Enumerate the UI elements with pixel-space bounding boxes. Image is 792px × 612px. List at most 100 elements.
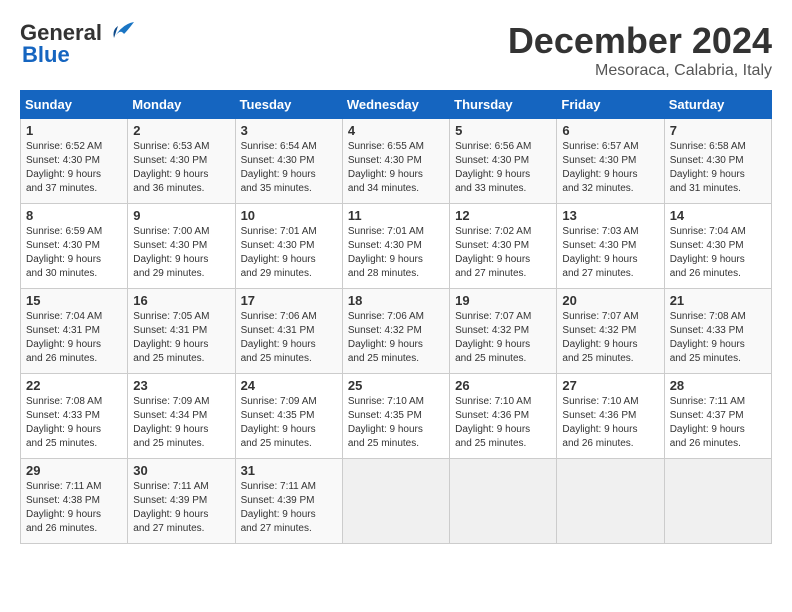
calendar-cell: 27 Sunrise: 7:10 AM Sunset: 4:36 PM Dayli… [557,374,664,459]
day-number: 5 [455,123,551,138]
calendar-cell: 21Sunrise: 7:08 AM Sunset: 4:33 PM Dayli… [664,289,771,374]
calendar-cell [557,459,664,544]
calendar-cell: 14 Sunrise: 7:04 AM Sunset: 4:30 PM Dayli… [664,204,771,289]
day-info: Sunrise: 6:57 AM Sunset: 4:30 PM Dayligh… [562,140,658,196]
month-title: December 2024 [508,20,772,62]
day-info: Sunrise: 7:02 AM Sunset: 4:30 PM Dayligh… [455,225,551,281]
calendar-cell: 18 Sunrise: 7:06 AM Sunset: 4:32 PM Dayli… [342,289,449,374]
col-wednesday: Wednesday [342,91,449,119]
day-info: Sunrise: 7:04 AM Sunset: 4:30 PM Dayligh… [670,225,766,281]
day-number: 20 [562,293,658,308]
day-info: Sunrise: 7:06 AM Sunset: 4:32 PM Dayligh… [348,310,444,366]
calendar-week-row: 1 Sunrise: 6:52 AM Sunset: 4:30 PM Daylig… [21,119,772,204]
calendar-cell [342,459,449,544]
day-info: Sunrise: 7:08 AM Sunset: 4:33 PM Dayligh… [670,310,766,366]
day-info: Sunrise: 6:58 AM Sunset: 4:30 PM Dayligh… [670,140,766,196]
day-info: Sunrise: 7:10 AM Sunset: 4:36 PM Dayligh… [455,395,551,451]
day-number: 7 [670,123,766,138]
day-info: Sunrise: 7:09 AM Sunset: 4:34 PM Dayligh… [133,395,229,451]
day-number: 14 [670,208,766,223]
calendar-cell: 6 Sunrise: 6:57 AM Sunset: 4:30 PM Daylig… [557,119,664,204]
calendar-cell: 29Sunrise: 7:11 AM Sunset: 4:38 PM Dayli… [21,459,128,544]
day-info: Sunrise: 7:11 AM Sunset: 4:39 PM Dayligh… [133,480,229,536]
day-number: 24 [241,378,337,393]
day-info: Sunrise: 7:00 AM Sunset: 4:30 PM Dayligh… [133,225,229,281]
calendar-cell [664,459,771,544]
day-info: Sunrise: 7:10 AM Sunset: 4:36 PM Dayligh… [562,395,658,451]
calendar-cell: 13 Sunrise: 7:03 AM Sunset: 4:30 PM Dayli… [557,204,664,289]
day-info: Sunrise: 7:09 AM Sunset: 4:35 PM Dayligh… [241,395,337,451]
day-info: Sunrise: 6:59 AM Sunset: 4:30 PM Dayligh… [26,225,122,281]
col-monday: Monday [128,91,235,119]
calendar-cell: 26 Sunrise: 7:10 AM Sunset: 4:36 PM Dayli… [450,374,557,459]
day-info: Sunrise: 7:01 AM Sunset: 4:30 PM Dayligh… [241,225,337,281]
logo-bird-icon [104,20,136,42]
calendar-cell: 22 Sunrise: 7:08 AM Sunset: 4:33 PM Dayli… [21,374,128,459]
day-info: Sunrise: 6:56 AM Sunset: 4:30 PM Dayligh… [455,140,551,196]
location-subtitle: Mesoraca, Calabria, Italy [508,62,772,80]
day-number: 27 [562,378,658,393]
day-number: 10 [241,208,337,223]
day-number: 22 [26,378,122,393]
day-info: Sunrise: 7:01 AM Sunset: 4:30 PM Dayligh… [348,225,444,281]
day-number: 3 [241,123,337,138]
day-number: 2 [133,123,229,138]
calendar-cell: 11 Sunrise: 7:01 AM Sunset: 4:30 PM Dayli… [342,204,449,289]
calendar-cell: 12 Sunrise: 7:02 AM Sunset: 4:30 PM Dayli… [450,204,557,289]
day-info: Sunrise: 7:08 AM Sunset: 4:33 PM Dayligh… [26,395,122,451]
day-number: 15 [26,293,122,308]
calendar-cell: 20 Sunrise: 7:07 AM Sunset: 4:32 PM Dayli… [557,289,664,374]
calendar-week-row: 8 Sunrise: 6:59 AM Sunset: 4:30 PM Daylig… [21,204,772,289]
day-info: Sunrise: 7:04 AM Sunset: 4:31 PM Dayligh… [26,310,122,366]
calendar-cell: 28 Sunrise: 7:11 AM Sunset: 4:37 PM Dayli… [664,374,771,459]
day-info: Sunrise: 7:03 AM Sunset: 4:30 PM Dayligh… [562,225,658,281]
calendar-cell: 25Sunrise: 7:10 AM Sunset: 4:35 PM Dayli… [342,374,449,459]
day-info: Sunrise: 6:52 AM Sunset: 4:30 PM Dayligh… [26,140,122,196]
day-number: 16 [133,293,229,308]
day-info: Sunrise: 7:07 AM Sunset: 4:32 PM Dayligh… [562,310,658,366]
calendar-cell: 2 Sunrise: 6:53 AM Sunset: 4:30 PM Daylig… [128,119,235,204]
col-saturday: Saturday [664,91,771,119]
day-info: Sunrise: 7:05 AM Sunset: 4:31 PM Dayligh… [133,310,229,366]
day-number: 11 [348,208,444,223]
day-number: 6 [562,123,658,138]
logo: General Blue [20,20,136,68]
page-header: General Blue December 2024 Mesoraca, Cal… [20,20,772,80]
day-info: Sunrise: 7:11 AM Sunset: 4:37 PM Dayligh… [670,395,766,451]
day-number: 8 [26,208,122,223]
day-info: Sunrise: 6:53 AM Sunset: 4:30 PM Dayligh… [133,140,229,196]
calendar-cell: 23 Sunrise: 7:09 AM Sunset: 4:34 PM Dayli… [128,374,235,459]
calendar-cell: 30 Sunrise: 7:11 AM Sunset: 4:39 PM Dayli… [128,459,235,544]
calendar-week-row: 22 Sunrise: 7:08 AM Sunset: 4:33 PM Dayli… [21,374,772,459]
calendar-cell: 24 Sunrise: 7:09 AM Sunset: 4:35 PM Dayli… [235,374,342,459]
calendar-cell: 19Sunrise: 7:07 AM Sunset: 4:32 PM Dayli… [450,289,557,374]
calendar-cell [450,459,557,544]
day-number: 1 [26,123,122,138]
calendar-week-row: 15 Sunrise: 7:04 AM Sunset: 4:31 PM Dayli… [21,289,772,374]
day-number: 17 [241,293,337,308]
day-number: 19 [455,293,551,308]
calendar-cell: 7 Sunrise: 6:58 AM Sunset: 4:30 PM Daylig… [664,119,771,204]
day-number: 23 [133,378,229,393]
calendar-cell: 5 Sunrise: 6:56 AM Sunset: 4:30 PM Daylig… [450,119,557,204]
day-number: 18 [348,293,444,308]
day-number: 26 [455,378,551,393]
col-tuesday: Tuesday [235,91,342,119]
day-number: 29 [26,463,122,478]
col-friday: Friday [557,91,664,119]
day-info: Sunrise: 6:55 AM Sunset: 4:30 PM Dayligh… [348,140,444,196]
calendar-week-row: 29Sunrise: 7:11 AM Sunset: 4:38 PM Dayli… [21,459,772,544]
day-number: 4 [348,123,444,138]
calendar-cell: 9 Sunrise: 7:00 AM Sunset: 4:30 PM Daylig… [128,204,235,289]
calendar-table: Sunday Monday Tuesday Wednesday Thursday… [20,90,772,544]
day-number: 12 [455,208,551,223]
calendar-cell: 16 Sunrise: 7:05 AM Sunset: 4:31 PM Dayli… [128,289,235,374]
day-number: 25 [348,378,444,393]
day-number: 30 [133,463,229,478]
day-number: 9 [133,208,229,223]
calendar-cell: 17 Sunrise: 7:06 AM Sunset: 4:31 PM Dayli… [235,289,342,374]
col-thursday: Thursday [450,91,557,119]
day-info: Sunrise: 7:06 AM Sunset: 4:31 PM Dayligh… [241,310,337,366]
day-number: 28 [670,378,766,393]
day-number: 13 [562,208,658,223]
